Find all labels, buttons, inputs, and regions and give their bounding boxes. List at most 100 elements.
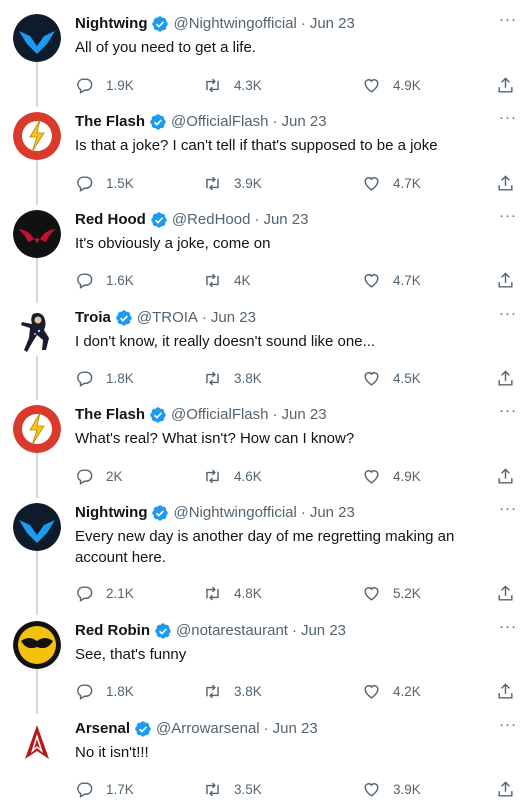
more-options-icon[interactable]: ···	[498, 306, 518, 326]
like-button[interactable]: 4.5K	[362, 368, 421, 388]
share-button[interactable]	[496, 75, 527, 95]
share-button[interactable]	[496, 466, 527, 486]
retweet-button[interactable]: 4K	[203, 270, 251, 290]
like-button[interactable]: 4.2K	[362, 681, 421, 701]
reply-count: 1.8K	[106, 370, 134, 386]
retweet-count: 4.3K	[234, 77, 262, 93]
more-options-icon[interactable]: ···	[498, 12, 518, 32]
reply-button[interactable]: 1.9K	[75, 75, 134, 95]
reply-button[interactable]: 2K	[75, 466, 123, 486]
redrobin-avatar[interactable]	[13, 621, 61, 669]
reply-button[interactable]: 1.8K	[75, 681, 134, 701]
tweet-date[interactable]: Jun 23	[211, 308, 256, 328]
heart-icon	[364, 684, 379, 699]
retweet-count: 4K	[234, 272, 251, 288]
retweet-button[interactable]: 3.8K	[203, 681, 262, 701]
tweet-actions: 1.8K 3.8K 4.5K	[75, 368, 525, 388]
author-name[interactable]: Red Hood	[75, 210, 146, 230]
tweet-date[interactable]: Jun 23	[273, 719, 318, 739]
reply-count: 1.7K	[106, 781, 134, 797]
nightwing-avatar[interactable]	[13, 14, 61, 62]
like-button[interactable]: 4.9K	[362, 466, 421, 486]
author-handle[interactable]: @RedHood	[172, 210, 251, 230]
author-handle[interactable]: @Arrowarsenal	[156, 719, 260, 739]
author-name[interactable]: Arsenal	[75, 719, 130, 739]
share-icon	[498, 369, 513, 386]
retweet-icon	[206, 273, 219, 287]
share-button[interactable]	[496, 583, 527, 603]
reply-button[interactable]: 1.7K	[75, 779, 134, 799]
tweet-date[interactable]: Jun 23	[310, 503, 355, 523]
more-options-icon[interactable]: ···	[498, 619, 518, 639]
author-handle[interactable]: @OfficialFlash	[171, 112, 268, 132]
share-button[interactable]	[496, 779, 527, 799]
author-name[interactable]: The Flash	[75, 405, 145, 425]
retweet-button[interactable]: 4.8K	[203, 583, 262, 603]
share-button[interactable]	[496, 368, 527, 388]
tweet-date[interactable]: Jun 23	[263, 210, 308, 230]
verified-badge-icon	[115, 309, 133, 327]
tweet[interactable]: Troia @TROIA · Jun 23 ··· I don't know, …	[0, 306, 532, 398]
tweet[interactable]: The Flash @OfficialFlash · Jun 23 ··· Wh…	[0, 403, 532, 495]
more-options-icon[interactable]: ···	[498, 501, 518, 521]
verified-badge-icon	[149, 406, 167, 424]
tweet[interactable]: Nightwing @Nightwingofficial · Jun 23 ··…	[0, 501, 532, 613]
tweet[interactable]: Nightwing @Nightwingofficial · Jun 23 ··…	[0, 12, 532, 104]
retweet-count: 4.6K	[234, 468, 262, 484]
reply-button[interactable]: 2.1K	[75, 583, 134, 603]
like-button[interactable]: 4.7K	[362, 173, 421, 193]
retweet-icon	[206, 176, 219, 190]
author-name[interactable]: Red Robin	[75, 621, 150, 641]
tweet-date[interactable]: Jun 23	[310, 14, 355, 34]
troia-avatar[interactable]	[13, 308, 61, 356]
arsenal-avatar[interactable]	[13, 719, 61, 767]
share-button[interactable]	[496, 173, 527, 193]
author-name[interactable]: Troia	[75, 308, 111, 328]
author-handle[interactable]: @Nightwingofficial	[173, 14, 296, 34]
tweet-date[interactable]: Jun 23	[301, 621, 346, 641]
tweet[interactable]: Red Robin @notarestaurant · Jun 23 ··· S…	[0, 619, 532, 711]
verified-badge-icon	[151, 15, 169, 33]
reply-button[interactable]: 1.5K	[75, 173, 134, 193]
more-options-icon[interactable]: ···	[498, 717, 518, 737]
retweet-icon	[206, 469, 219, 483]
share-button[interactable]	[496, 681, 527, 701]
share-button[interactable]	[496, 270, 527, 290]
retweet-button[interactable]: 3.9K	[203, 173, 262, 193]
author-handle[interactable]: @notarestaurant	[176, 621, 288, 641]
retweet-button[interactable]: 3.5K	[203, 779, 262, 799]
more-options-icon[interactable]: ···	[498, 110, 518, 130]
reply-icon	[77, 272, 93, 289]
like-count: 4.7K	[393, 272, 421, 288]
author-handle[interactable]: @OfficialFlash	[171, 405, 268, 425]
nightwing-avatar[interactable]	[13, 503, 61, 551]
tweet[interactable]: Arsenal @Arrowarsenal · Jun 23 ··· No it…	[0, 717, 532, 809]
retweet-button[interactable]: 3.8K	[203, 368, 262, 388]
more-options-icon[interactable]: ···	[498, 208, 518, 228]
more-options-icon[interactable]: ···	[498, 403, 518, 423]
tweet[interactable]: Red Hood @RedHood · Jun 23 ··· It's obvi…	[0, 208, 532, 300]
author-handle[interactable]: @Nightwingofficial	[173, 503, 296, 523]
tweet[interactable]: The Flash @OfficialFlash · Jun 23 ··· Is…	[0, 110, 532, 202]
author-name[interactable]: Nightwing	[75, 14, 147, 34]
reply-button[interactable]: 1.6K	[75, 270, 134, 290]
author-name[interactable]: Nightwing	[75, 503, 147, 523]
redhood-avatar[interactable]	[13, 210, 61, 258]
flash-avatar[interactable]	[13, 405, 61, 453]
reply-count: 2.1K	[106, 585, 134, 601]
retweet-icon	[206, 782, 219, 796]
like-button[interactable]: 5.2K	[362, 583, 421, 603]
verified-badge-icon	[149, 113, 167, 131]
author-name[interactable]: The Flash	[75, 112, 145, 132]
like-button[interactable]: 4.7K	[362, 270, 421, 290]
tweet-date[interactable]: Jun 23	[282, 405, 327, 425]
like-button[interactable]: 4.9K	[362, 75, 421, 95]
tweet-date[interactable]: Jun 23	[282, 112, 327, 132]
like-button[interactable]: 3.9K	[362, 779, 421, 799]
reply-button[interactable]: 1.8K	[75, 368, 134, 388]
reply-icon	[77, 468, 93, 485]
flash-avatar[interactable]	[13, 112, 61, 160]
retweet-button[interactable]: 4.6K	[203, 466, 262, 486]
author-handle[interactable]: @TROIA	[137, 308, 198, 328]
retweet-button[interactable]: 4.3K	[203, 75, 262, 95]
